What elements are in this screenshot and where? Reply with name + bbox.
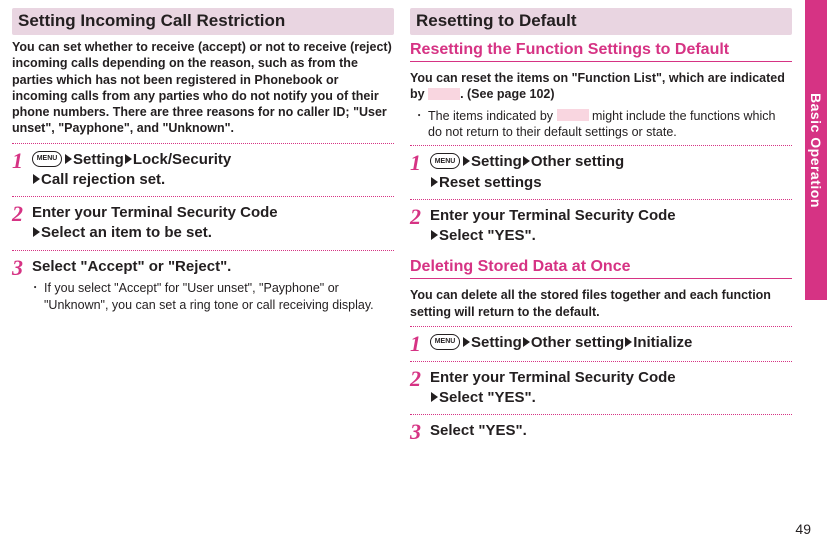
step-line: Enter your Terminal Security Code bbox=[430, 369, 676, 386]
right-column: Resetting to Default Resetting the Funct… bbox=[410, 8, 792, 449]
chevron-right-icon bbox=[125, 154, 132, 164]
chevron-right-icon bbox=[33, 174, 40, 184]
right-sub2-step-1: 1 MENU Setting Other setting Initialize bbox=[410, 327, 792, 362]
step-line: Enter your Terminal Security Code bbox=[430, 207, 676, 224]
step-line: Select "YES". bbox=[430, 422, 527, 439]
right-sub1-intro: You can reset the items on "Function Lis… bbox=[410, 70, 792, 103]
step-number: 3 bbox=[12, 257, 26, 279]
menu-icon: MENU bbox=[32, 151, 62, 167]
step-number: 1 bbox=[410, 152, 424, 174]
right-sub2-intro: You can delete all the stored files toge… bbox=[410, 287, 792, 320]
right-sub2-step-2: 2 Enter your Terminal Security Code Sele… bbox=[410, 362, 792, 416]
note-text: The items indicated by might include the… bbox=[428, 108, 792, 142]
step-line: Select "YES". bbox=[439, 389, 536, 406]
path-part: Setting bbox=[471, 153, 522, 170]
path-part: Setting bbox=[471, 334, 522, 351]
page-content: Setting Incoming Call Restriction You ca… bbox=[0, 0, 827, 457]
step-number: 2 bbox=[410, 206, 424, 228]
bullet-icon: ･ bbox=[32, 280, 40, 314]
step-number: 2 bbox=[410, 368, 424, 390]
left-intro: You can set whether to receive (accept) … bbox=[12, 39, 394, 137]
page-number: 49 bbox=[795, 521, 811, 537]
path-part: Setting bbox=[73, 151, 124, 168]
step-number: 3 bbox=[410, 421, 424, 443]
right-sub1-note: ･ The items indicated by might include t… bbox=[410, 108, 792, 142]
left-step-3: 3 Select "Accept" or "Reject". ･ If you … bbox=[12, 251, 394, 320]
highlight-chip bbox=[557, 109, 589, 121]
step-line: Select an item to be set. bbox=[41, 224, 212, 241]
right-sub1-step-1: 1 MENU Setting Other setting Reset setting… bbox=[410, 146, 792, 200]
section-title-left: Setting Incoming Call Restriction bbox=[12, 8, 394, 35]
chevron-right-icon bbox=[463, 156, 470, 166]
path-part: Call rejection set. bbox=[41, 171, 165, 188]
right-sub1-step-2: 2 Enter your Terminal Security Code Sele… bbox=[410, 200, 792, 253]
intro-part: . (See page 102) bbox=[460, 87, 555, 101]
menu-icon: MENU bbox=[430, 334, 460, 350]
note-text: If you select "Accept" for "User unset",… bbox=[44, 280, 394, 314]
menu-icon: MENU bbox=[430, 153, 460, 169]
chevron-right-icon bbox=[523, 337, 530, 347]
chevron-right-icon bbox=[431, 230, 438, 240]
step-line: Select "Accept" or "Reject". bbox=[32, 258, 231, 275]
path-part: Other setting bbox=[531, 153, 624, 170]
highlight-chip bbox=[428, 88, 460, 100]
chevron-right-icon bbox=[523, 156, 530, 166]
chevron-right-icon bbox=[463, 337, 470, 347]
step-line: Select "YES". bbox=[439, 227, 536, 244]
step-number: 1 bbox=[410, 333, 424, 355]
bullet-icon: ･ bbox=[416, 108, 424, 142]
step-number: 1 bbox=[12, 150, 26, 172]
chevron-right-icon bbox=[625, 337, 632, 347]
chevron-right-icon bbox=[431, 392, 438, 402]
section-title-right: Resetting to Default bbox=[410, 8, 792, 35]
subheading-reset-functions: Resetting the Function Settings to Defau… bbox=[410, 41, 792, 62]
path-part: Reset settings bbox=[439, 174, 542, 191]
left-column: Setting Incoming Call Restriction You ca… bbox=[12, 8, 394, 449]
right-sub2-step-3: 3 Select "YES". bbox=[410, 415, 792, 449]
chevron-right-icon bbox=[33, 227, 40, 237]
chevron-right-icon bbox=[65, 154, 72, 164]
side-tab: Basic Operation bbox=[805, 0, 827, 300]
left-step-1: 1 MENU Setting Lock/Security Call rejectio… bbox=[12, 144, 394, 198]
step-number: 2 bbox=[12, 203, 26, 225]
subheading-delete-stored: Deleting Stored Data at Once bbox=[410, 258, 792, 279]
left-step-2: 2 Enter your Terminal Security Code Sele… bbox=[12, 197, 394, 251]
path-part: Other setting bbox=[531, 334, 624, 351]
step-line: Enter your Terminal Security Code bbox=[32, 204, 278, 221]
path-part: Initialize bbox=[633, 334, 692, 351]
step-note: ･ If you select "Accept" for "User unset… bbox=[32, 280, 394, 314]
chevron-right-icon bbox=[431, 177, 438, 187]
path-part: Lock/Security bbox=[133, 151, 231, 168]
